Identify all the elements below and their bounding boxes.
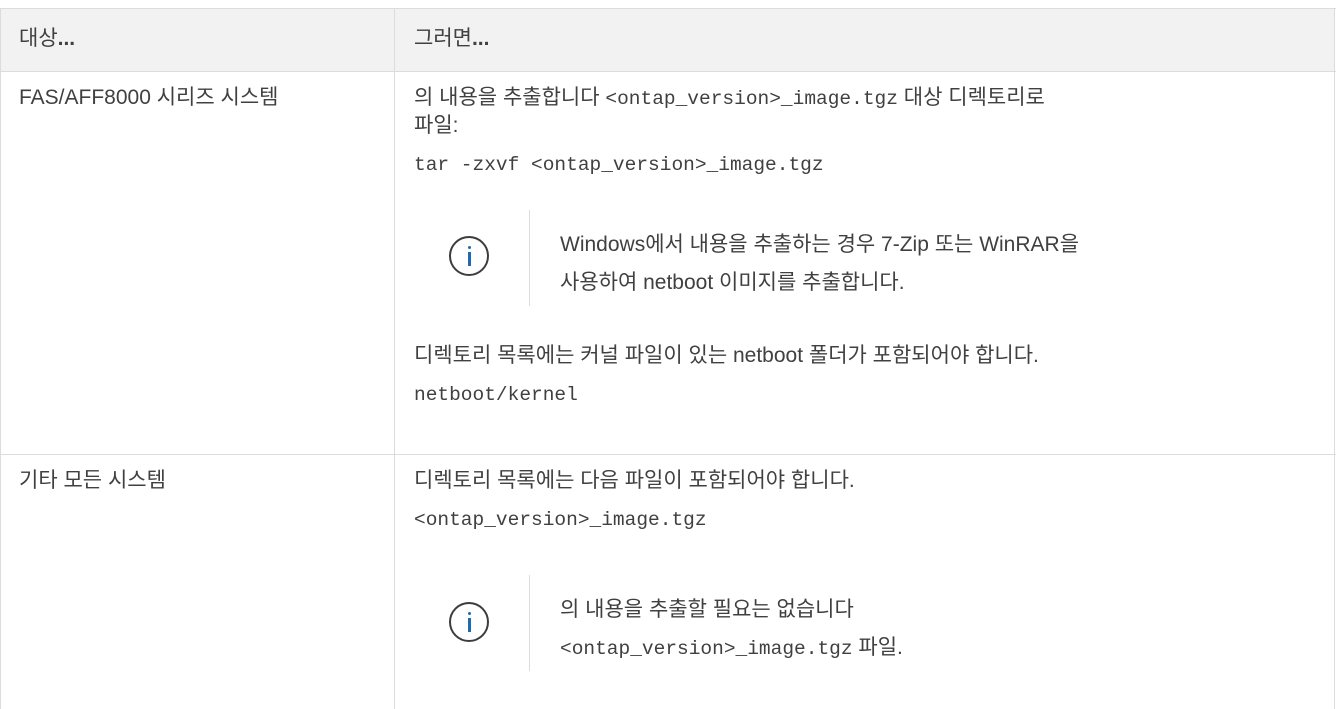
row1-after-note-text: 디렉토리 목록에는 커널 파일이 있는 netboot 폴더가 포함되어야 합니… bbox=[414, 344, 1039, 367]
info-icon-dot bbox=[467, 246, 471, 249]
row2-note-line2: <ontap_version>_image.tgz 파일. bbox=[560, 633, 903, 664]
table-header-row bbox=[1, 9, 1334, 71]
row1-instruction-prefix: 의 내용을 추출합니다 bbox=[414, 86, 606, 109]
row2-note-filename-code: <ontap_version>_image.tgz bbox=[560, 638, 853, 660]
row1-filename-code: <ontap_version>_image.tgz bbox=[605, 88, 898, 110]
table-header-divider bbox=[0, 71, 1336, 72]
row1-target-cell: FAS/AFF8000 시리즈 시스템 bbox=[19, 86, 279, 109]
table-column-divider bbox=[394, 8, 395, 709]
info-icon bbox=[449, 602, 489, 642]
row1-instruction-line1: 의 내용을 추출합니다 <ontap_version>_image.tgz 대상… bbox=[414, 83, 1045, 114]
table-border-top bbox=[0, 8, 1336, 9]
header-cell-action: 그러면... bbox=[414, 24, 489, 54]
row1-command-code: tar -zxvf <ontap_version>_image.tgz bbox=[414, 154, 824, 176]
row2-note-suffix: 파일. bbox=[852, 636, 903, 659]
header-cell-target: 대상... bbox=[19, 24, 75, 54]
note-divider bbox=[529, 575, 530, 671]
row1-path-code: netboot/kernel bbox=[414, 384, 578, 406]
row1-note-line2: 사용하여 netboot 이미지를 추출합니다. bbox=[560, 271, 905, 294]
row2-instruction-line1: 디렉토리 목록에는 다음 파일이 포함되어야 합니다. bbox=[414, 469, 855, 492]
row2-filename-code: <ontap_version>_image.tgz bbox=[414, 509, 707, 531]
header-action-ellipsis: ... bbox=[471, 27, 490, 50]
info-icon-dot bbox=[467, 612, 471, 615]
row2-note-line1: 의 내용을 추출할 필요는 없습니다 bbox=[560, 598, 854, 621]
note-divider bbox=[529, 210, 530, 306]
header-target-label: 대상 bbox=[19, 27, 58, 50]
row1-instruction-suffix: 대상 디렉토리로 bbox=[897, 86, 1045, 109]
row2-target-cell: 기타 모든 시스템 bbox=[19, 469, 166, 492]
info-icon bbox=[449, 236, 489, 276]
table-border-left bbox=[0, 8, 1, 709]
table-border-right bbox=[1334, 8, 1335, 709]
info-icon-stem bbox=[467, 252, 471, 266]
table-row-divider bbox=[0, 454, 1336, 455]
row1-instruction-line2: 파일: bbox=[414, 114, 459, 137]
header-target-ellipsis: ... bbox=[57, 27, 76, 50]
info-icon-stem bbox=[467, 618, 471, 632]
row1-note-line1: Windows에서 내용을 추출하는 경우 7-Zip 또는 WinRAR을 bbox=[560, 233, 1080, 256]
header-action-label: 그러면 bbox=[414, 27, 472, 50]
content-table: 대상... 그러면... FAS/AFF8000 시리즈 시스템 의 내용을 추… bbox=[0, 0, 1336, 709]
